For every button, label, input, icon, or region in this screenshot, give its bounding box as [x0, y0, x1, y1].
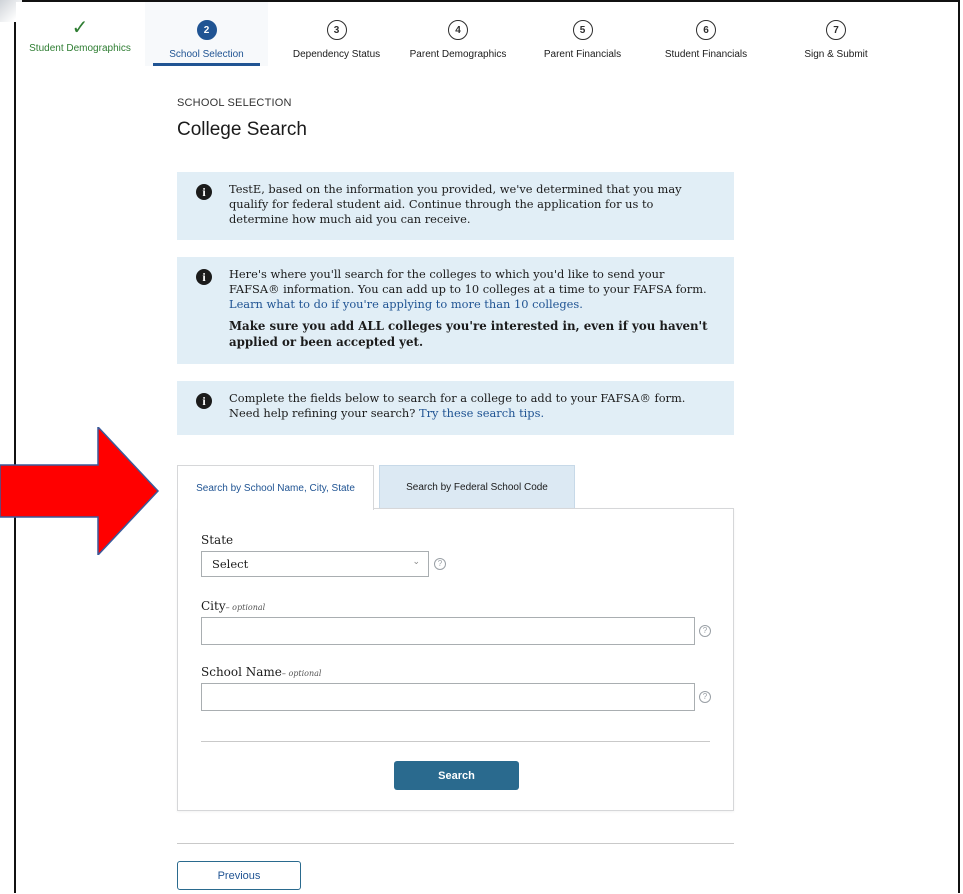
step-student-demographics[interactable]: ✓ Student Demographics: [16, 2, 144, 66]
step-label: Student Financials: [664, 49, 748, 60]
help-icon[interactable]: ?: [699, 691, 711, 703]
step-label: Sign & Submit: [804, 49, 868, 60]
help-icon[interactable]: ?: [434, 558, 446, 570]
active-step-indicator: [153, 63, 260, 66]
step-number: 6: [696, 20, 716, 40]
progress-stepper: ✓ Student Demographics 2 School Selectio…: [16, 2, 958, 66]
step-label: Parent Demographics: [409, 49, 507, 60]
tab-search-by-code[interactable]: Search by Federal School Code: [379, 465, 575, 509]
step-number: 2: [196, 20, 217, 40]
optional-tag: – optional: [281, 669, 322, 678]
step-parent-demographics[interactable]: 4 Parent Demographics: [402, 2, 514, 66]
school-name-input[interactable]: [201, 683, 695, 711]
chevron-down-icon: ⌄: [412, 557, 420, 567]
previous-button[interactable]: Previous: [177, 861, 301, 890]
step-dependency-status[interactable]: 3 Dependency Status: [280, 2, 393, 66]
footer-divider: [177, 843, 734, 844]
search-intro-alert: i Here's where you'll search for the col…: [177, 257, 734, 364]
state-label: State: [201, 533, 234, 547]
form-divider: [201, 741, 710, 742]
step-number: 5: [572, 20, 593, 40]
checkmark-icon: ✓: [71, 17, 89, 39]
step-label: Student Demographics: [29, 43, 131, 54]
search-tips-link[interactable]: Try these search tips.: [419, 406, 544, 420]
search-help-alert: i Complete the fields below to search fo…: [177, 381, 734, 435]
info-icon: i: [196, 269, 212, 285]
qualify-alert: i TestE, based on the information you pr…: [177, 172, 734, 240]
step-school-selection[interactable]: 2 School Selection: [145, 2, 268, 66]
alert-text: TestE, based on the information you prov…: [229, 182, 682, 226]
step-student-financials[interactable]: 6 Student Financials: [648, 2, 764, 66]
step-label: School Selection: [169, 49, 244, 60]
help-icon[interactable]: ?: [699, 625, 711, 637]
optional-tag: – optional: [225, 603, 266, 612]
step-number: 4: [448, 20, 468, 40]
school-name-label: School Name– optional: [201, 665, 322, 679]
step-label: Dependency Status: [292, 49, 381, 60]
search-button[interactable]: Search: [394, 761, 519, 790]
section-eyebrow: SCHOOL SELECTION: [177, 97, 292, 109]
city-input[interactable]: [201, 617, 695, 645]
state-select[interactable]: Select ⌄: [201, 551, 429, 577]
alert-text: Here's where you'll search for the colle…: [229, 267, 707, 296]
step-label: Parent Financials: [543, 49, 622, 60]
step-sign-submit[interactable]: 7 Sign & Submit: [780, 2, 892, 66]
step-number: 7: [826, 20, 846, 40]
alert-bold-text: Make sure you add ALL colleges you're in…: [229, 319, 708, 349]
step-parent-financials[interactable]: 5 Parent Financials: [527, 2, 638, 66]
red-arrow-annotation: [0, 427, 160, 555]
state-select-value: Select: [212, 557, 249, 571]
step-number: 3: [326, 20, 347, 40]
info-icon: i: [196, 184, 212, 200]
info-icon: i: [196, 393, 212, 409]
tab-search-by-name[interactable]: Search by School Name, City, State: [177, 465, 374, 510]
more-than-10-colleges-link[interactable]: Learn what to do if you're applying to m…: [229, 297, 583, 311]
page-title: College Search: [177, 119, 307, 140]
city-label: City– optional: [201, 599, 266, 613]
